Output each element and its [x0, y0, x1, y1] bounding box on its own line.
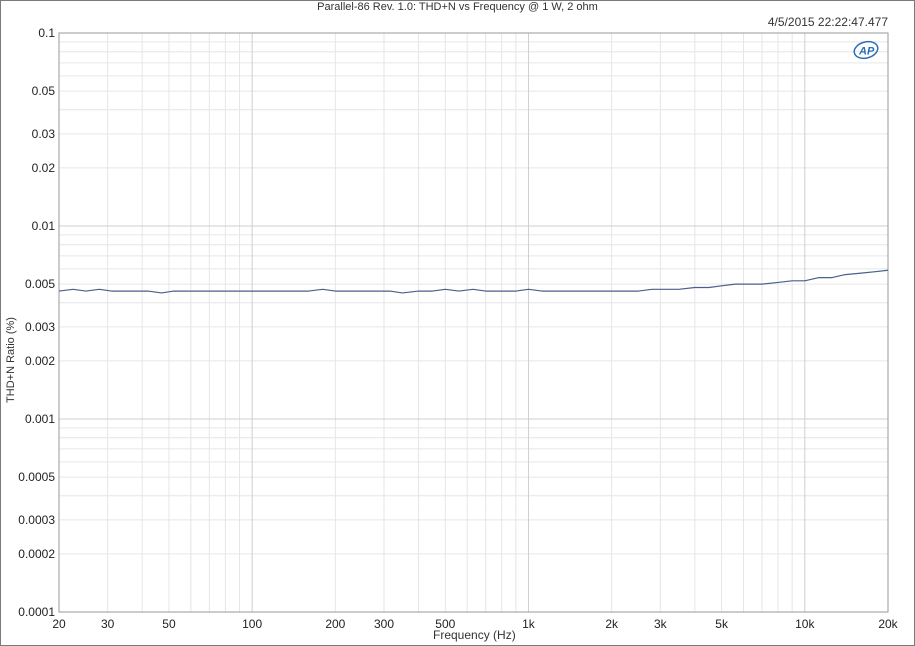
y-tick-label: 0.0005 — [18, 470, 55, 484]
y-tick-label: 0.03 — [32, 127, 56, 141]
x-tick-label: 2k — [605, 617, 619, 631]
major-grid — [59, 33, 888, 613]
plot-area: 20 30 50 100 200 300 500 1k 2k 3k 5k 10k 20k 0.1 0.05… — [18, 26, 898, 631]
ap-logo-icon: AP — [853, 40, 879, 60]
svg-text:AP: AP — [858, 46, 875, 58]
x-tick-label: 100 — [242, 617, 262, 631]
x-tick-label: 20k — [878, 617, 898, 631]
y-tick-label: 0.001 — [25, 412, 55, 426]
x-tick-label: 500 — [435, 617, 455, 631]
y-tick-label: 0.002 — [25, 354, 55, 368]
x-tick-label: 1k — [522, 617, 536, 631]
x-tick-label: 200 — [325, 617, 345, 631]
x-tick-label: 30 — [101, 617, 115, 631]
minor-grid — [58, 33, 889, 612]
x-tick-label: 50 — [162, 617, 176, 631]
x-tick-label: 300 — [374, 617, 394, 631]
y-tick-label: 0.01 — [32, 219, 56, 233]
x-tick-label: 5k — [715, 617, 729, 631]
y-tick-label: 0.05 — [32, 84, 56, 98]
y-tick-label: 0.02 — [32, 161, 56, 175]
series-line — [58, 269, 889, 294]
y-tick-label: 0.005 — [25, 277, 55, 291]
plot-border — [58, 32, 889, 613]
x-tick-label: 3k — [654, 617, 668, 631]
y-tick-label: 0.0003 — [18, 513, 55, 527]
x-tick-label: 20 — [52, 617, 66, 631]
y-tick-labels: 0.1 0.05 0.03 0.02 0.01 0.005 0.003 0.002 0.001 0… — [18, 26, 55, 619]
x-tick-label: 10k — [795, 617, 815, 631]
y-tick-label: 0.0002 — [18, 547, 55, 561]
y-tick-label: 0.1 — [38, 26, 55, 40]
y-tick-label: 0.003 — [25, 320, 55, 334]
x-tick-labels: 20 30 50 100 200 300 500 1k 2k 3k 5k 10k 20k — [52, 617, 898, 631]
series-group — [58, 269, 889, 294]
y-tick-label: 0.0001 — [18, 605, 55, 619]
